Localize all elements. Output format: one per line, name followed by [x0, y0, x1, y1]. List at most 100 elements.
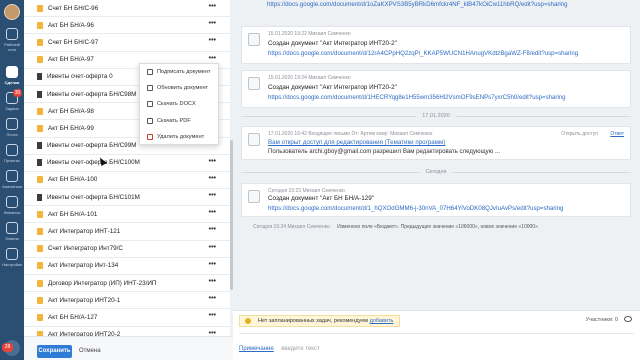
rail-item[interactable]: Почта	[0, 118, 24, 137]
document-row[interactable]: Счет БН БН/С-96 •••	[24, 0, 230, 18]
document-name: Ивенты счет-оферта БН/С100М	[47, 159, 140, 167]
document-row[interactable]: Акт БН БН/А-96 •••	[24, 17, 230, 35]
document-name: Ивенты счет-оферта БН/С99М	[47, 142, 137, 150]
row-menu-icon[interactable]: •••	[209, 37, 216, 44]
row-menu-icon[interactable]: •••	[209, 312, 216, 319]
folder-icon	[37, 313, 43, 321]
row-menu-icon[interactable]: •••	[209, 261, 216, 268]
download-icon	[147, 101, 153, 108]
email-subject[interactable]: Вам открыт доступ для редактирования (Те…	[268, 139, 445, 146]
document-icon	[248, 33, 260, 46]
document-row[interactable]: Ивенты счет-оферта БН/С100М •••	[24, 155, 230, 172]
rail-item[interactable]: Проекты	[0, 144, 24, 163]
document-row[interactable]: Акт БН БН/А-100 •••	[24, 172, 230, 190]
document-row[interactable]: Договор Интегратор (ИП) ИНТ-23/ИП •••	[24, 275, 230, 293]
folder-icon	[37, 210, 43, 218]
row-menu-icon[interactable]: •••	[209, 3, 216, 10]
tasks-panel: Нет запланированных задач, рекомендуем д…	[233, 310, 640, 360]
row-menu-icon[interactable]: •••	[209, 158, 216, 165]
comment-placeholder[interactable]: введите текст	[281, 346, 320, 352]
row-menu-icon[interactable]: •••	[209, 295, 216, 302]
document-row[interactable]: Акт БН БН/А-127 •••	[24, 309, 230, 327]
rail-item-label: Финансы	[3, 210, 21, 215]
row-menu-icon[interactable]: •••	[209, 20, 216, 27]
finance-icon	[6, 196, 18, 208]
card-title: Создан документ "Акт БН БН/А-129"	[268, 195, 374, 202]
rail-item[interactable]: Знания	[0, 222, 24, 241]
document-row[interactable]: Ивенты счет-оферта БН/С101М •••	[24, 189, 230, 207]
document-name: Ивенты счет-оферта БН/С98М	[47, 90, 137, 98]
rail-item[interactable]: Настройки	[0, 248, 24, 267]
row-menu-icon[interactable]: •••	[209, 244, 216, 251]
deals-icon	[6, 66, 18, 78]
refresh-icon	[147, 85, 153, 92]
row-menu-icon[interactable]: •••	[209, 226, 216, 233]
user-avatar[interactable]	[4, 4, 20, 20]
document-row[interactable]: Акт Интегратор ИНТ-121 •••	[24, 223, 230, 241]
rail-item[interactable]: Рабочий стол	[0, 28, 24, 52]
email-body: Пользователь archi.gboy@gmail.com разреш…	[268, 148, 501, 155]
row-menu-icon[interactable]: •••	[209, 55, 216, 62]
folder-icon	[37, 38, 43, 46]
today-divider-label: Сегодня	[419, 167, 453, 177]
participants-count[interactable]: Участники: 0	[586, 317, 618, 323]
pdf-icon	[147, 117, 153, 124]
log-author: Сегодня 15:24 Михаил Семченко	[253, 224, 330, 230]
card-link[interactable]: https://docs.google.com/document/d/1_hQX…	[268, 205, 563, 212]
comment-input[interactable]: Примечание введите текст	[239, 333, 634, 355]
folder-icon	[37, 107, 43, 115]
open-access-link[interactable]: Открыть доступ	[561, 131, 598, 137]
document-row[interactable]: Акт Интегратор ИНТ20-2 •••	[24, 327, 230, 336]
lightbulb-icon	[245, 318, 251, 324]
document-row[interactable]: Акт Интегратор ИНТ20-1 •••	[24, 292, 230, 310]
rail-item[interactable]: Сделки	[0, 66, 24, 85]
rail-item[interactable]: Задачи 30	[0, 89, 24, 111]
eye-icon[interactable]	[624, 316, 632, 322]
reply-link[interactable]: Ответ	[610, 131, 624, 137]
add-task-link[interactable]: добавить	[370, 318, 394, 324]
document-name: Счет БН БН/С-96	[48, 4, 99, 12]
document-row[interactable]: Счет БН БН/С-97 •••	[24, 34, 230, 52]
date-divider: 17.01.2020	[241, 111, 631, 121]
rail-item[interactable]: Аналитика	[0, 170, 24, 189]
settings-icon	[6, 248, 18, 260]
rail-item-label: Сделки	[4, 80, 20, 85]
sign-icon	[147, 69, 153, 76]
context-menu-item[interactable]: Скачать DOCX	[140, 96, 218, 112]
context-menu-item[interactable]: Скачать PDF	[140, 113, 218, 129]
folder-icon	[37, 56, 43, 64]
context-menu-item[interactable]: Обновить документ	[140, 80, 218, 96]
rail-item[interactable]: Финансы	[0, 196, 24, 215]
context-menu-item[interactable]: Подписать документ	[140, 64, 218, 80]
card-title: Создан документ "Акт Интегратор ИНТ20-2"	[268, 40, 397, 47]
list-footer: Сохранить Отмена	[24, 336, 233, 360]
rail-item-label: Задачи	[5, 106, 19, 111]
folder-icon	[37, 21, 43, 29]
document-name: Акт БН БН/А-97	[48, 56, 94, 64]
card-link[interactable]: https://docs.google.com/document/d/1HECR…	[268, 94, 566, 101]
cancel-button[interactable]: Отмена	[79, 345, 101, 358]
document-context-menu: Подписать документ Обновить документ Скача…	[139, 63, 219, 145]
document-name: Счет БН БН/С-97	[48, 38, 99, 46]
rail-badge: 30	[13, 89, 22, 97]
row-menu-icon[interactable]: •••	[209, 278, 216, 285]
card-link[interactable]: https://docs.google.com/document/d/12rA4…	[268, 50, 578, 57]
activity-card-doc: 15.01.2020 19:22 Михаил Семченко Создан …	[241, 26, 631, 64]
document-row[interactable]: Счет Интегратор Инт79/С •••	[24, 241, 230, 258]
row-menu-icon[interactable]: •••	[209, 175, 216, 182]
document-row[interactable]: Акт Интегратор Инт-134 •••	[24, 258, 230, 275]
row-menu-icon[interactable]: •••	[209, 192, 216, 199]
save-button[interactable]: Сохранить	[37, 345, 72, 358]
context-menu-label: Скачать DOCX	[157, 101, 196, 108]
context-menu-item[interactable]: Удалить документ	[140, 129, 218, 145]
folder-icon	[37, 296, 43, 304]
context-menu-label: Обновить документ	[157, 85, 209, 92]
comment-type-label[interactable]: Примечание	[239, 346, 274, 352]
top-doc-link[interactable]: https://docs.google.com/document/d/1oZaK…	[267, 1, 568, 8]
log-text: Изменено поле «Бюджет». Предыдущее значе…	[337, 224, 538, 230]
rail-item-label: Знания	[5, 236, 19, 241]
row-menu-icon[interactable]: •••	[209, 209, 216, 216]
file-icon	[37, 142, 42, 150]
document-icon	[248, 77, 260, 90]
document-row[interactable]: Акт БН БН/А-101 •••	[24, 206, 230, 224]
